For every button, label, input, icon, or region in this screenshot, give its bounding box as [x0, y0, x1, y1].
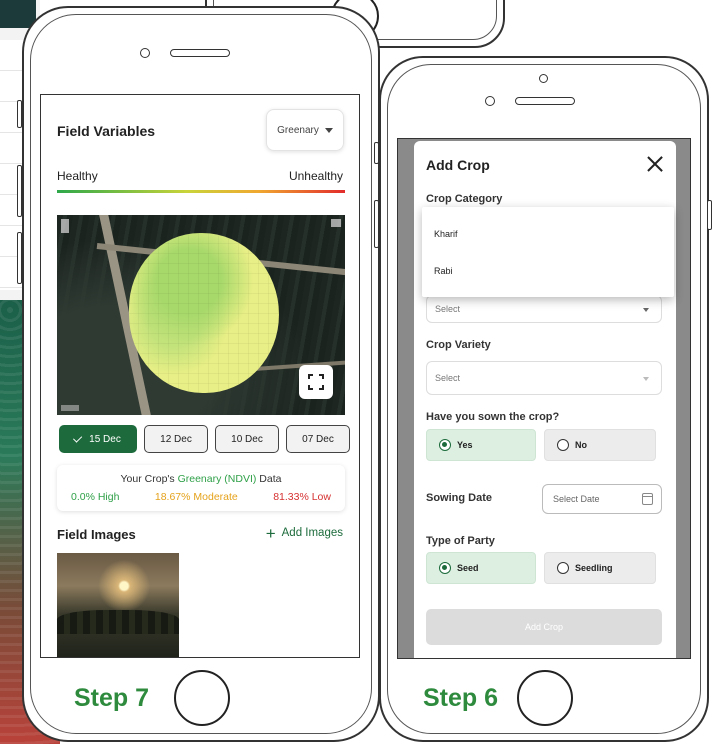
add-crop-submit-button[interactable]: Add Crop — [426, 609, 662, 645]
crop-variety-label: Crop Variety — [426, 339, 491, 351]
modal-title: Add Crop — [426, 157, 490, 173]
sensor — [485, 96, 495, 106]
date-label: 07 Dec — [302, 433, 334, 445]
menu-item-kharif[interactable]: Kharif — [434, 229, 458, 239]
home-button — [174, 670, 230, 726]
radio-seed[interactable]: Seed — [426, 552, 536, 584]
add-images-label: Add Images — [281, 527, 343, 539]
select-placeholder: Select — [435, 304, 461, 314]
expand-icon — [308, 374, 324, 390]
variable-dropdown[interactable]: Greenary — [266, 109, 344, 151]
expand-map-button[interactable] — [299, 365, 333, 399]
plus-icon: + — [265, 523, 276, 543]
radio-label: Seed — [457, 563, 479, 573]
chevron-down-icon — [643, 308, 649, 312]
earpiece-speaker — [170, 49, 230, 57]
front-camera — [140, 48, 150, 58]
ndvi-title-highlight: Greenary (NDVI) — [177, 473, 257, 485]
ndvi-title: Your Crop's Greenary (NDVI) Data — [57, 473, 345, 485]
field-image-thumbnail[interactable] — [57, 553, 179, 657]
ndvi-stats: 0.0% High 18.67% Moderate 81.33% Low — [71, 491, 331, 503]
sowing-date-label: Sowing Date — [426, 492, 493, 504]
calendar-icon — [642, 493, 653, 505]
select-placeholder: Select — [435, 373, 461, 383]
field-variables-title: Field Variables — [57, 123, 156, 139]
field-map[interactable] — [57, 215, 345, 415]
dropdown-value: Greenary — [277, 124, 319, 136]
date-label: 15 Dec — [89, 433, 121, 445]
chevron-down-icon — [324, 127, 333, 133]
date-chip[interactable]: 10 Dec — [215, 425, 279, 453]
sown-question-label: Have you sown the crop? — [426, 411, 560, 423]
front-camera — [539, 74, 548, 83]
scale-healthy-label: Healthy — [57, 169, 98, 183]
ndvi-title-prefix: Your Crop's — [120, 473, 175, 485]
field-variables-screen: Field Variables Greenary Healthy Unhealt… — [40, 94, 360, 658]
radio-selected-icon — [439, 562, 451, 574]
radio-label: No — [575, 440, 587, 450]
radio-label: Seedling — [575, 563, 613, 573]
map-attribution — [61, 405, 79, 411]
crop-category-select[interactable]: Select — [426, 295, 662, 323]
date-chip-selected[interactable]: 15 Dec — [59, 425, 137, 453]
radio-label: Yes — [457, 440, 473, 450]
date-placeholder: Select Date — [553, 494, 600, 504]
step-label: Step 6 — [423, 684, 499, 712]
ndvi-title-suffix: Data — [259, 473, 282, 485]
radio-unselected-icon — [557, 439, 569, 451]
health-gradient-bar — [57, 190, 345, 193]
date-label: 12 Dec — [160, 433, 192, 445]
crop-category-menu: Kharif Rabi — [422, 207, 674, 297]
ndvi-high: 0.0% High — [71, 491, 120, 503]
date-chip[interactable]: 12 Dec — [144, 425, 208, 453]
menu-item-rabi[interactable]: Rabi — [434, 266, 453, 276]
radio-unselected-icon — [557, 562, 569, 574]
close-icon[interactable] — [646, 155, 664, 173]
scale-unhealthy-label: Unhealthy — [288, 169, 343, 183]
radio-no[interactable]: No — [544, 429, 656, 461]
crop-category-label: Crop Category — [426, 193, 503, 205]
volume-button — [374, 200, 379, 248]
date-chip[interactable]: 07 Dec — [286, 425, 350, 453]
sowing-date-input[interactable]: Select Date — [542, 484, 662, 514]
field-images-title: Field Images — [57, 527, 136, 542]
chevron-down-icon — [643, 377, 649, 381]
map-control[interactable] — [331, 219, 341, 227]
volume-button — [374, 142, 379, 164]
volume-button — [17, 232, 22, 284]
check-icon — [73, 432, 83, 443]
radio-selected-icon — [439, 439, 451, 451]
ndvi-moderate: 18.67% Moderate — [154, 491, 238, 503]
home-button — [517, 670, 573, 726]
radio-seedling[interactable]: Seedling — [544, 552, 656, 584]
volume-button — [17, 100, 22, 128]
date-label: 10 Dec — [231, 433, 263, 445]
step-label: Step 7 — [74, 684, 150, 712]
ndvi-summary-card: Your Crop's Greenary (NDVI) Data 0.0% Hi… — [57, 465, 345, 511]
radio-yes[interactable]: Yes — [426, 429, 536, 461]
add-images-button[interactable]: + Add Images — [265, 523, 343, 543]
map-control[interactable] — [61, 219, 69, 233]
ndvi-low: 81.33% Low — [273, 491, 331, 503]
volume-button — [17, 165, 22, 217]
date-selector: 15 Dec 12 Dec 10 Dec 07 Dec — [59, 425, 350, 453]
crop-variety-select[interactable]: Select — [426, 361, 662, 395]
ndvi-field-overlay — [129, 233, 279, 393]
type-of-party-label: Type of Party — [426, 535, 495, 547]
earpiece-speaker — [515, 97, 575, 105]
power-button — [707, 200, 712, 230]
